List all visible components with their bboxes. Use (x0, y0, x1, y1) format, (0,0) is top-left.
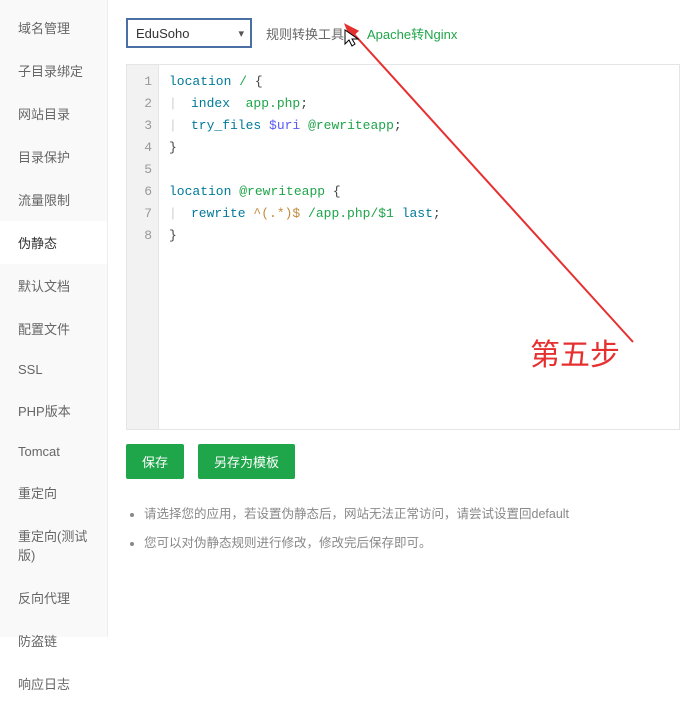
sidebar-item-subdir[interactable]: 子目录绑定 (0, 49, 107, 92)
hint-item: 请选择您的应用，若设置伪静态后，网站无法正常访问，请尝试设置回default (144, 503, 680, 522)
sidebar-item-config-file[interactable]: 配置文件 (0, 307, 107, 350)
sidebar-item-reverse-proxy[interactable]: 反向代理 (0, 576, 107, 619)
sidebar-item-default-doc[interactable]: 默认文档 (0, 264, 107, 307)
sidebar-item-trafficlimit[interactable]: 流量限制 (0, 178, 107, 221)
sidebar-item-domain[interactable]: 域名管理 (0, 6, 107, 49)
line-number: 8 (127, 225, 152, 247)
hint-item: 您可以对伪静态规则进行修改，修改完后保存即可。 (144, 532, 680, 551)
code-content[interactable]: location / {|index app.php;|try_files $u… (159, 65, 679, 429)
sidebar-item-tomcat[interactable]: Tomcat (0, 432, 107, 471)
line-number: 4 (127, 137, 152, 159)
sidebar-item-response-log[interactable]: 响应日志 (0, 662, 107, 705)
template-select[interactable]: EduSoho ▾ (126, 18, 252, 48)
main-panel: EduSoho ▾ 规则转换工具： Apache转Nginx 1 2 3 4 5… (108, 0, 700, 637)
convert-tool-label: 规则转换工具： (266, 24, 357, 43)
sidebar: 域名管理 子目录绑定 网站目录 目录保护 流量限制 伪静态 默认文档 配置文件 … (0, 0, 108, 637)
button-row: 保存 另存为模板 (126, 444, 680, 479)
line-number: 1 (127, 71, 152, 93)
sidebar-item-sitedir[interactable]: 网站目录 (0, 92, 107, 135)
line-number: 6 (127, 181, 152, 203)
toolbar: EduSoho ▾ 规则转换工具： Apache转Nginx (126, 18, 680, 48)
line-number: 2 (127, 93, 152, 115)
line-number-gutter: 1 2 3 4 5 6 7 8 (127, 65, 159, 429)
code-editor[interactable]: 1 2 3 4 5 6 7 8 location / {|index app.p… (126, 64, 680, 430)
template-select-value: EduSoho (136, 26, 190, 41)
save-as-template-button[interactable]: 另存为模板 (198, 444, 295, 479)
line-number: 7 (127, 203, 152, 225)
sidebar-item-ssl[interactable]: SSL (0, 350, 107, 389)
hints-list: 请选择您的应用，若设置伪静态后，网站无法正常访问，请尝试设置回default 您… (126, 503, 680, 551)
line-number: 3 (127, 115, 152, 137)
save-button[interactable]: 保存 (126, 444, 184, 479)
sidebar-item-redirect[interactable]: 重定向 (0, 471, 107, 514)
sidebar-item-rewrite[interactable]: 伪静态 (0, 221, 107, 264)
sidebar-item-php-version[interactable]: PHP版本 (0, 389, 107, 432)
sidebar-item-redirect-beta[interactable]: 重定向(测试版) (0, 514, 107, 576)
line-number: 5 (127, 159, 152, 181)
sidebar-item-hotlink[interactable]: 防盗链 (0, 619, 107, 662)
apache-to-nginx-link[interactable]: Apache转Nginx (367, 24, 457, 43)
chevron-down-icon: ▾ (238, 27, 244, 40)
sidebar-item-dirprotect[interactable]: 目录保护 (0, 135, 107, 178)
